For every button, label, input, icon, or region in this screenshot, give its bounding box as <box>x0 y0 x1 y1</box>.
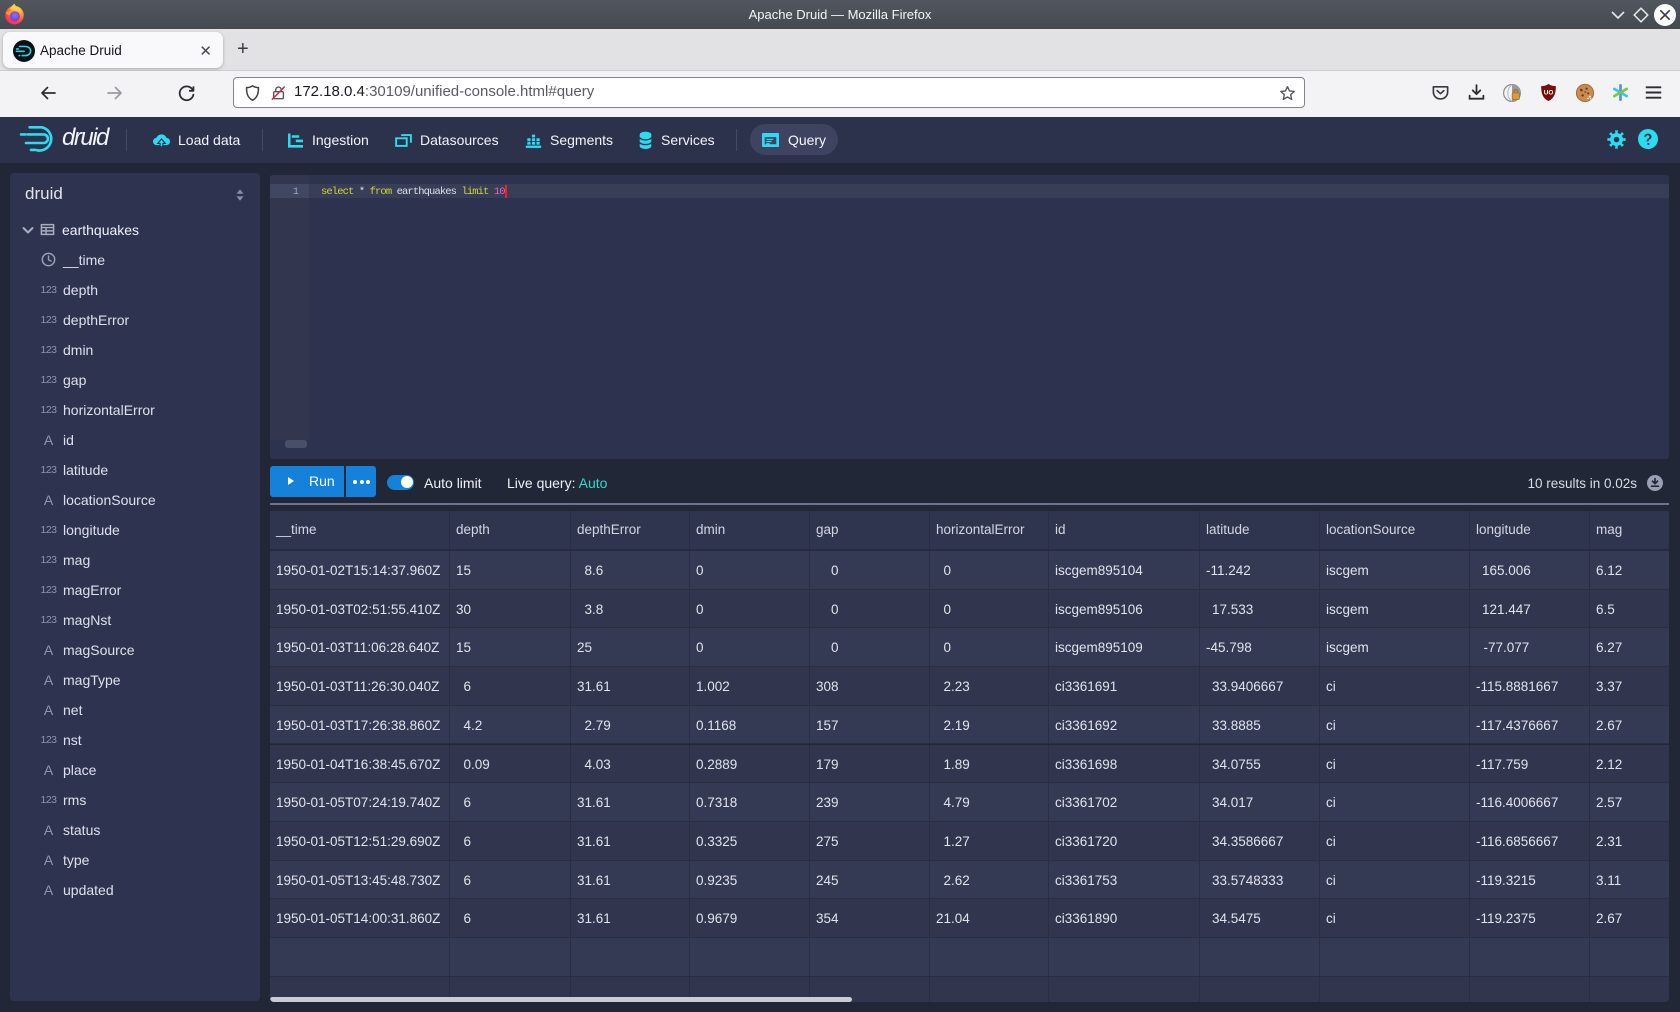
svg-text:UO: UO <box>1544 90 1554 97</box>
